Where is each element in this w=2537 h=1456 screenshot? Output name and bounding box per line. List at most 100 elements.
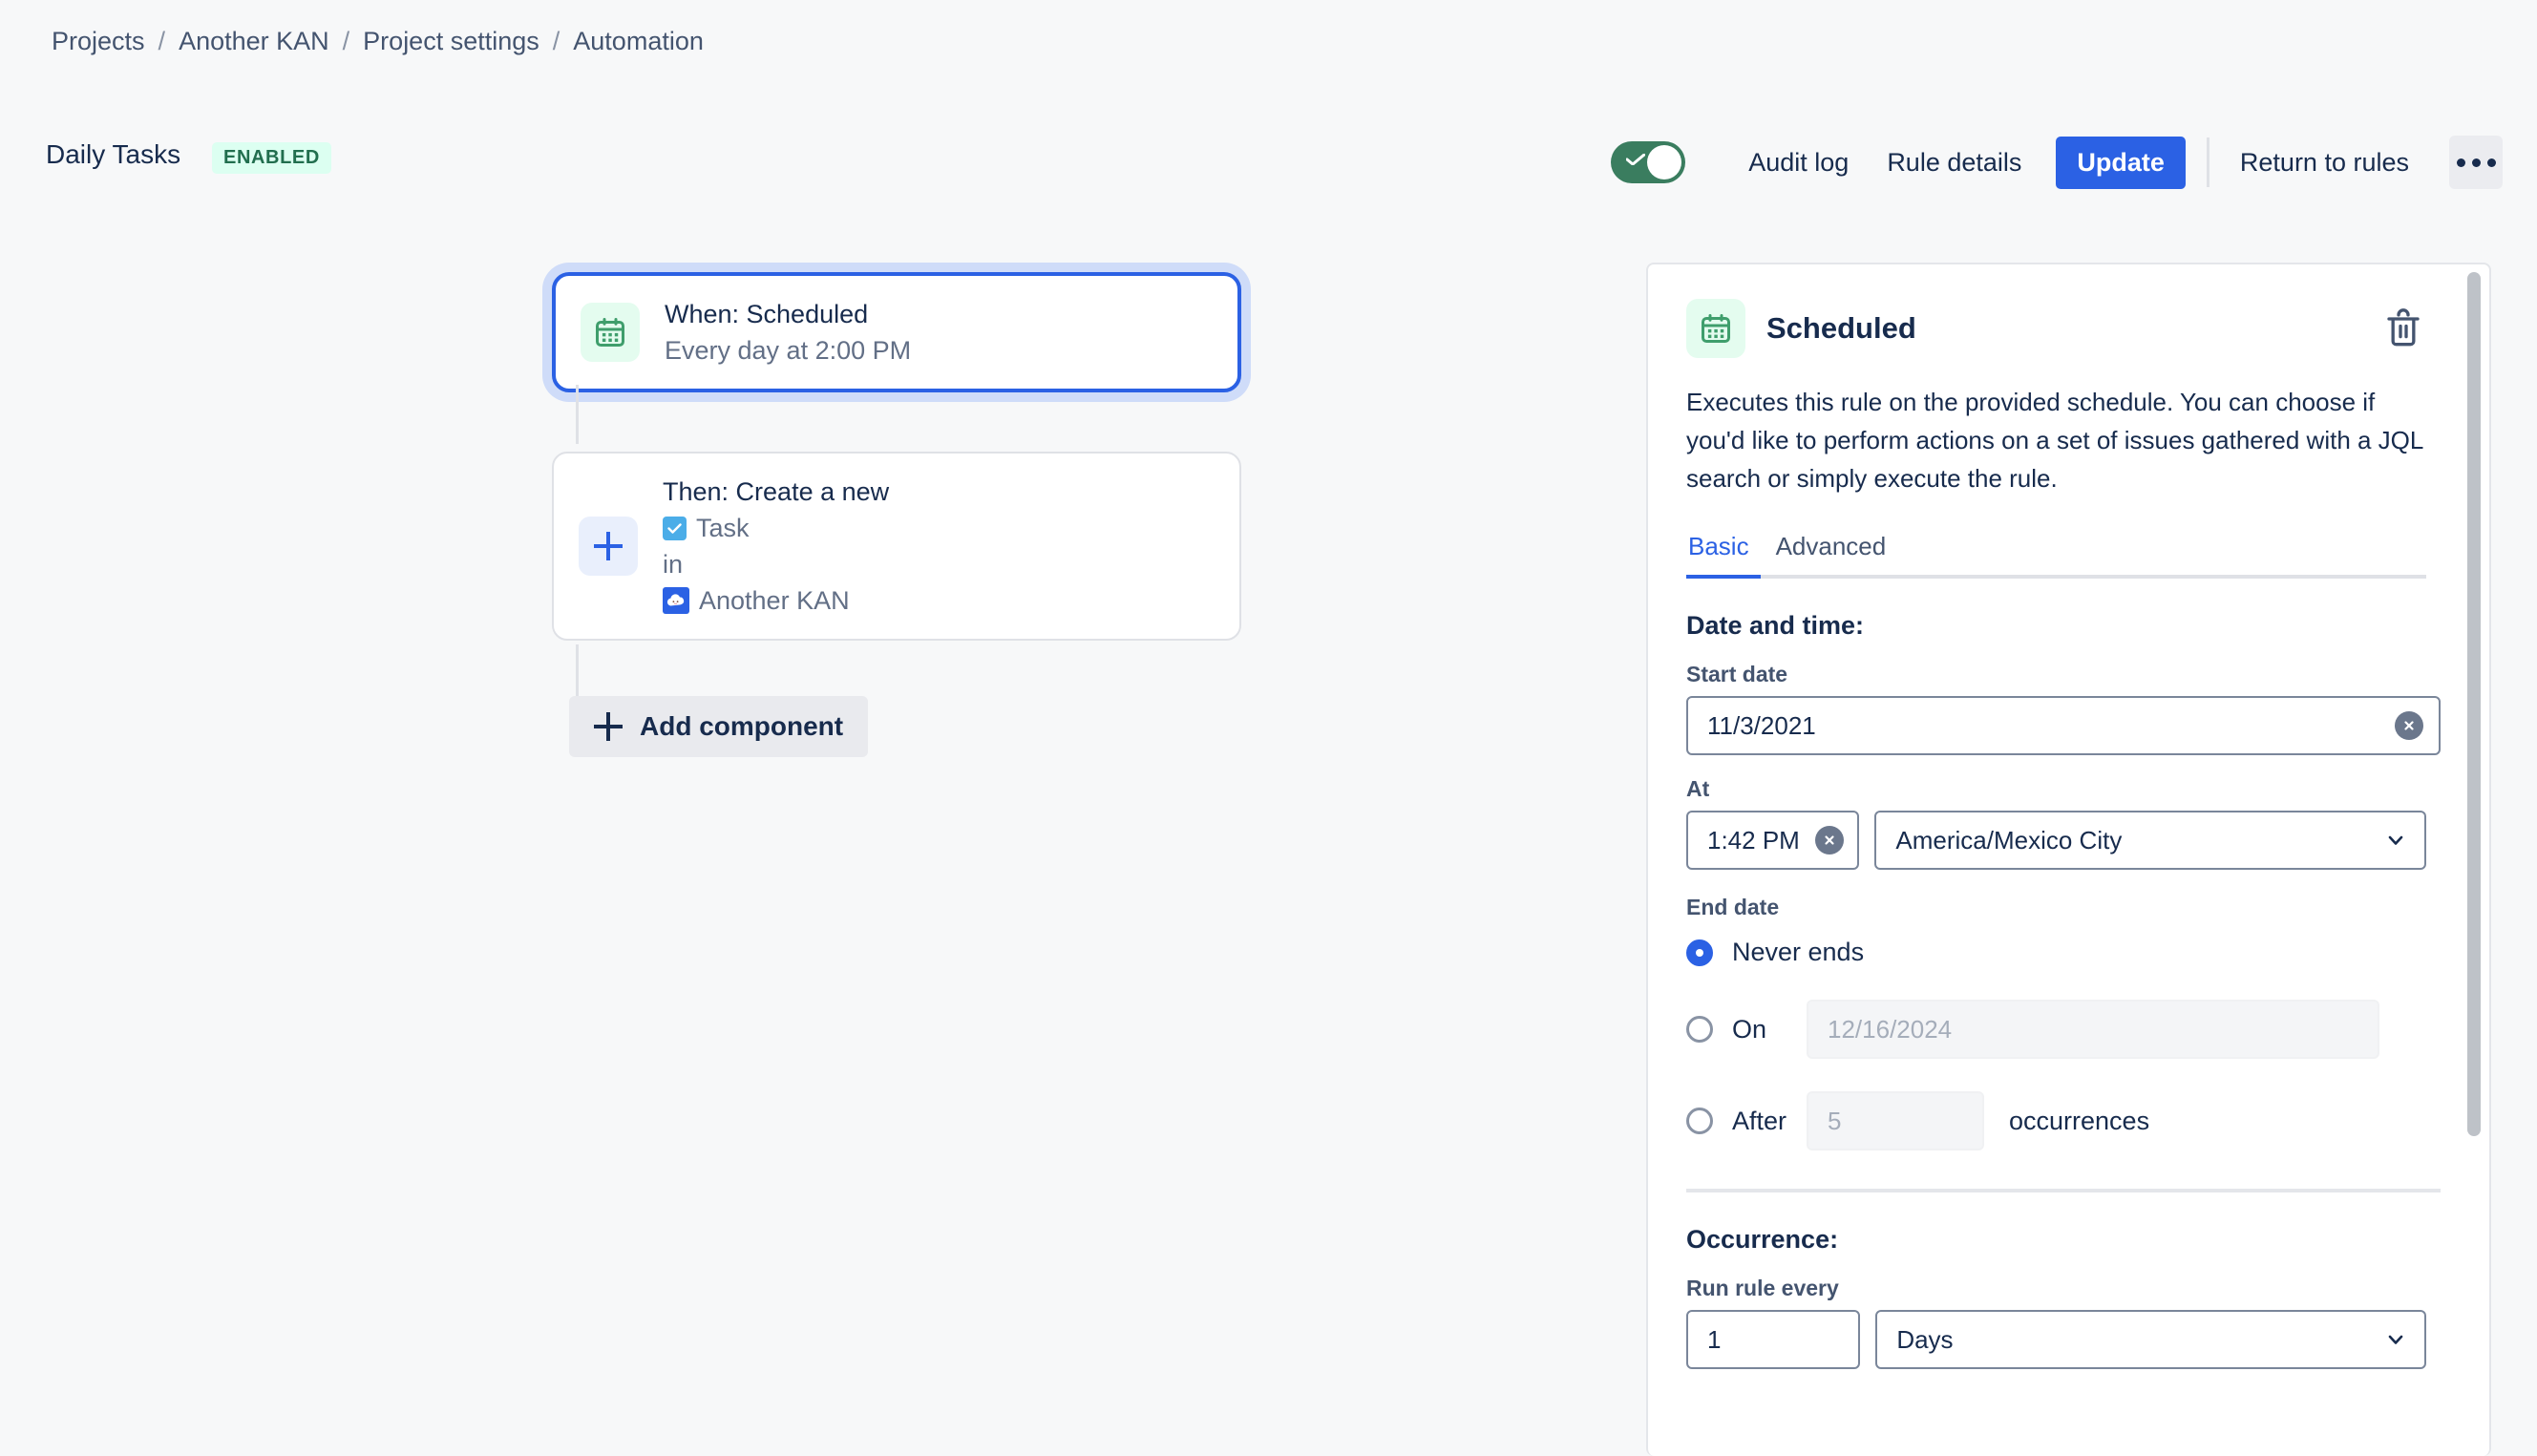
radio-after-label: After [1732,1106,1787,1135]
return-to-rules-button[interactable]: Return to rules [2221,138,2428,187]
end-date-on-placeholder: 12/16/2024 [1828,1014,1953,1044]
panel-scrollbar[interactable] [2464,266,2484,1456]
flow-connector [576,644,579,702]
automation-rule-editor-page: Projects / Another KAN / Project setting… [0,0,2537,1456]
run-rule-every-row: 1 Days [1686,1310,2426,1369]
task-type-icon [663,516,687,540]
add-component-label: Add component [640,711,844,741]
at-row: 1:42 PM America/Mexico City [1686,811,2426,870]
action-card-title: Then: Create a new [663,477,890,506]
breadcrumb-separator: / [342,27,350,55]
occurrence-heading: Occurrence: [1686,1225,1839,1254]
project-avatar-icon [663,587,689,614]
add-component-wrap: Add component [552,696,1249,772]
ellipsis-dot-icon [2486,158,2496,167]
rule-flow-canvas: When: Scheduled Every day at 2:00 PM The… [0,200,1623,1456]
date-and-time-heading: Date and time: [1686,611,1865,640]
page-title: Daily Tasks [46,139,181,169]
at-time-value: 1:42 PM [1707,825,1800,855]
delete-component-button[interactable] [2380,304,2426,353]
breadcrumb-item-project-settings[interactable]: Project settings [363,23,539,59]
add-component-button[interactable]: Add component [569,696,869,757]
header-divider [2206,137,2209,187]
breadcrumb-separator: / [552,27,560,55]
start-date-label: Start date [1686,662,1788,686]
trash-icon [2387,308,2420,347]
end-date-on-input[interactable]: 12/16/2024 [1807,1000,2379,1059]
clear-at-time-button[interactable] [1815,826,1845,855]
interval-value: 1 [1707,1324,1722,1354]
end-option-after[interactable]: After 5 occurrences [1686,1091,2426,1150]
ellipsis-dot-icon [2471,158,2481,167]
ellipsis-dot-icon [2456,158,2465,167]
check-icon [1626,154,1646,165]
plus-icon [579,517,638,576]
action-card-project: Another KAN [663,583,889,618]
breadcrumb-separator: / [158,27,166,55]
start-date-input[interactable]: 11/3/2021 [1686,696,2441,755]
calendar-icon [581,303,640,362]
trigger-card-subtitle: Every day at 2:00 PM [665,336,912,365]
update-button[interactable]: Update [2056,136,2186,189]
section-divider [1686,1189,2441,1192]
breadcrumb: Projects / Another KAN / Project setting… [52,23,704,59]
panel-tabs: Basic Advanced [1686,526,2426,579]
rule-header: Daily Tasks ENABLED Audit log Rule detai… [0,129,2537,196]
timezone-value: America/Mexico City [1895,825,2123,855]
occurrences-suffix-label: occurrences [2009,1106,2150,1135]
interval-input[interactable]: 1 [1686,1310,1861,1369]
chevron-down-icon [2388,835,2403,845]
interval-unit-value: Days [1896,1324,1954,1354]
active-tab-underline [1686,575,1761,579]
plus-icon [594,712,623,741]
interval-unit-select[interactable]: Days [1875,1310,2426,1369]
component-detail-content: Scheduled Executes this rule on the prov… [1648,264,2464,1369]
radio-never-ends[interactable] [1686,939,1713,966]
run-rule-every-label: Run rule every [1686,1276,1839,1300]
status-badge: ENABLED [212,142,331,174]
trigger-card-title: When: Scheduled [665,300,869,328]
clear-start-date-button[interactable] [2395,711,2423,740]
panel-scrollbar-thumb[interactable] [2467,272,2481,1136]
action-card-project-label: Another KAN [699,586,850,615]
at-time-input[interactable]: 1:42 PM [1686,811,1860,870]
rule-enabled-toggle[interactable] [1611,141,1686,183]
rule-details-button[interactable]: Rule details [1868,138,2040,187]
radio-after[interactable] [1686,1108,1713,1134]
action-card-issue-type-label: Task [696,514,750,542]
occurrences-placeholder: 5 [1828,1106,1842,1135]
tab-advanced[interactable]: Advanced [1763,526,1900,575]
close-icon [1825,835,1834,845]
panel-header: Scheduled [1686,299,2426,358]
flow-connector [576,385,579,444]
tab-basic[interactable]: Basic [1686,526,1763,575]
timezone-select[interactable]: America/Mexico City [1874,811,2426,870]
radio-on[interactable] [1686,1016,1713,1043]
end-date-label: End date [1686,895,1780,919]
close-icon [2404,721,2414,730]
radio-on-label: On [1732,1014,1767,1044]
radio-never-ends-label: Never ends [1732,938,1865,966]
rule-flow: When: Scheduled Every day at 2:00 PM The… [552,272,1249,772]
at-label: At [1686,776,1710,801]
more-actions-button[interactable] [2449,136,2503,189]
panel-title: Scheduled [1766,311,1916,345]
occurrences-input[interactable]: 5 [1807,1091,1984,1150]
breadcrumb-item-another-kan[interactable]: Another KAN [179,23,329,59]
audit-log-button[interactable]: Audit log [1729,138,1868,187]
end-option-on[interactable]: On 12/16/2024 [1686,1000,2426,1059]
start-date-value: 11/3/2021 [1707,710,1816,740]
chevron-down-icon [2388,1335,2403,1344]
breadcrumb-item-automation[interactable]: Automation [573,23,704,59]
plus-glyph-icon [594,532,623,560]
component-detail-panel: Scheduled Executes this rule on the prov… [1646,263,2491,1456]
end-option-never-ends[interactable]: Never ends [1686,938,2426,967]
trigger-card-scheduled[interactable]: When: Scheduled Every day at 2:00 PM [552,272,1241,392]
toggle-knob [1647,145,1682,179]
action-card-create-issue[interactable]: Then: Create a new Task in Another KAN [552,452,1241,641]
action-card-joiner: in [663,550,684,579]
action-card-issue-type: Task [663,511,889,545]
panel-description: Executes this rule on the provided sched… [1686,388,2423,493]
trigger-card-body: When: Scheduled Every day at 2:00 PM [665,297,911,368]
breadcrumb-item-projects[interactable]: Projects [52,23,145,59]
